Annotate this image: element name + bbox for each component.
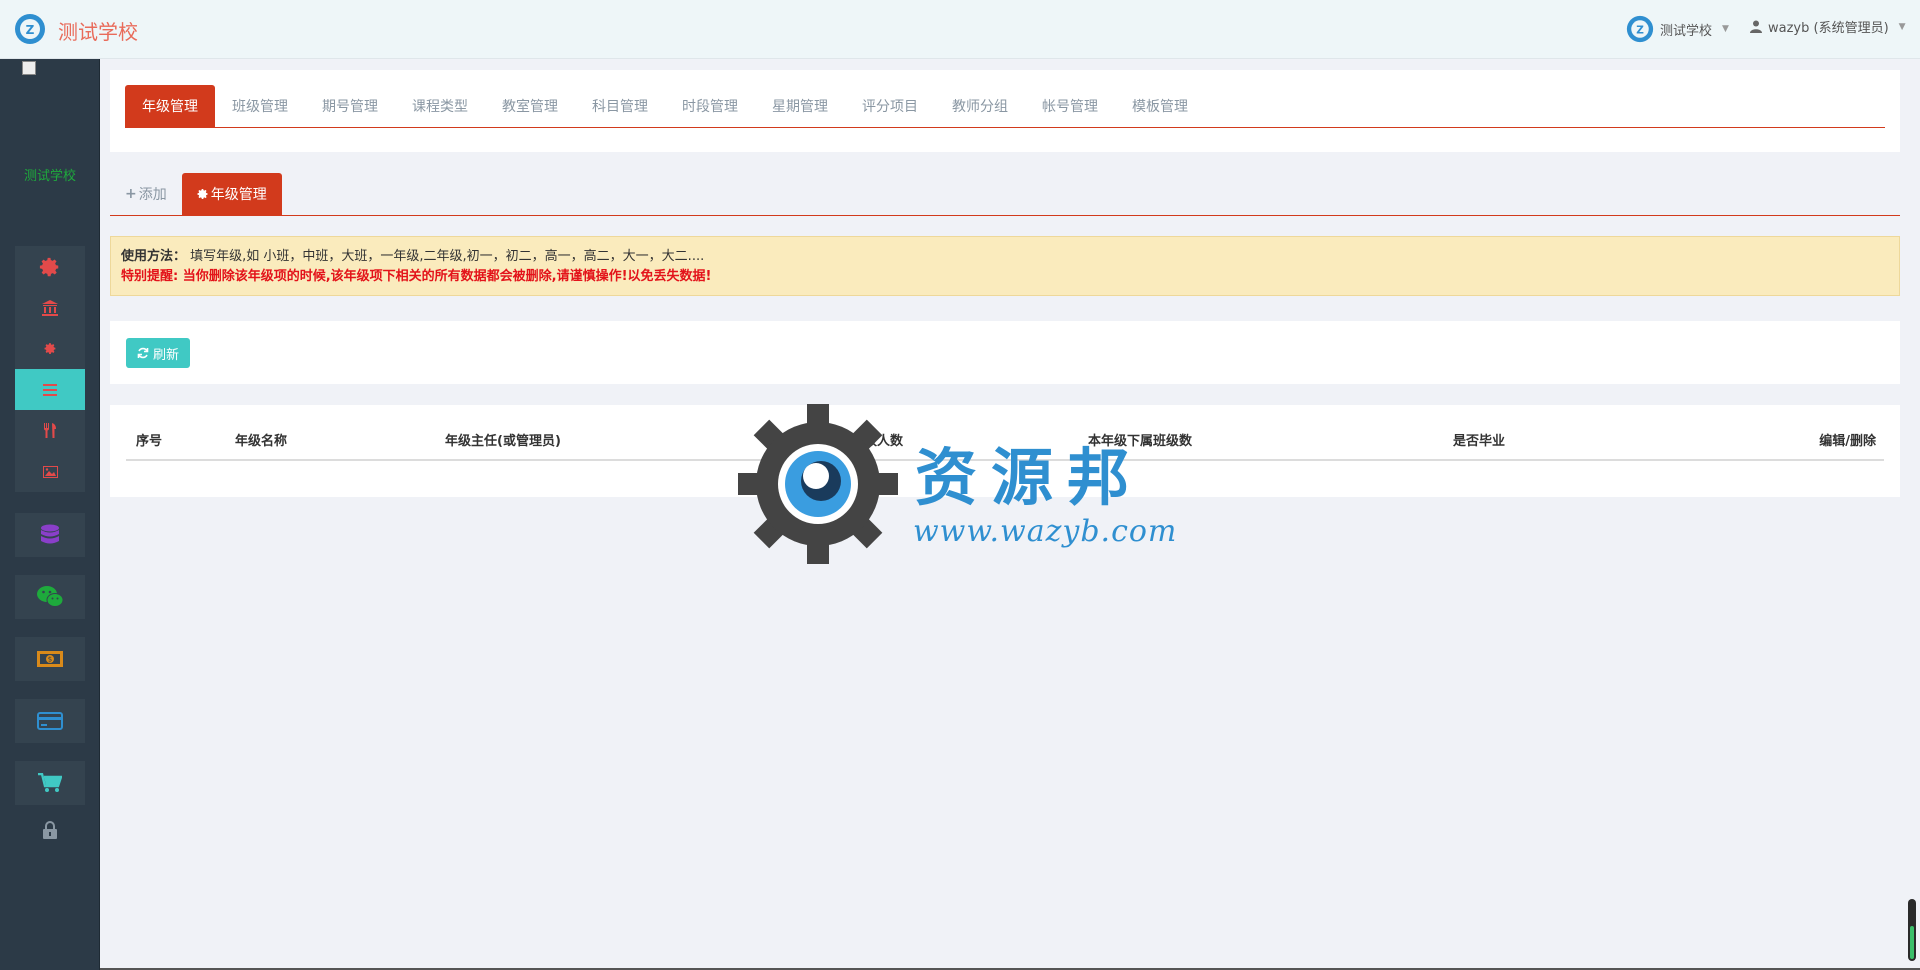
- brand-title[interactable]: 测试学校: [58, 16, 138, 45]
- sidebar-item-config[interactable]: [15, 328, 85, 369]
- tab-module-8[interactable]: 评分项目: [845, 85, 935, 127]
- sidebar: 测试学校 $: [0, 59, 100, 970]
- gear-icon: [39, 257, 59, 276]
- database-icon: [41, 524, 59, 544]
- tab-grade-manage[interactable]: 年级管理: [181, 173, 282, 215]
- col-grade-name[interactable]: 年级名称: [235, 430, 287, 449]
- sidebar-school-name: 测试学校: [23, 169, 76, 184]
- school-switcher[interactable]: Z 测试学校 ▼: [1626, 14, 1729, 44]
- module-tabs: 年级管理 班级管理 期号管理 课程类型 教室管理 科目管理 时段管理 星期管理 评分项目 教师分组…: [125, 85, 1885, 128]
- sidebar-menu-group: [15, 246, 85, 492]
- sidebar-item-settings[interactable]: [15, 246, 85, 287]
- school-switcher-label: 测试学校: [1660, 23, 1713, 39]
- watermark-url: www.wazyb.com: [913, 514, 1178, 549]
- tab-module-2[interactable]: 期号管理: [305, 85, 395, 127]
- sidebar-item-lock[interactable]: [15, 808, 85, 852]
- tab-module-4[interactable]: 教室管理: [485, 85, 575, 127]
- broken-image-icon: [22, 61, 36, 75]
- usage-text: 填写年级,如 小班，中班，大班，一年级,二年级,初一，初二，高一，高二，大一，大…: [190, 249, 705, 264]
- user-name: wazyb (系统管理员): [1768, 21, 1889, 36]
- tab-module-3[interactable]: 课程类型: [395, 85, 485, 127]
- plus-icon: +: [125, 186, 137, 202]
- caret-down-icon: ▼: [1722, 24, 1729, 34]
- svg-text:Z: Z: [26, 23, 35, 37]
- tab-module-10[interactable]: 帐号管理: [1025, 85, 1115, 127]
- watermark-gear-logo-icon: [738, 404, 898, 564]
- svg-text:$: $: [48, 656, 52, 664]
- tab-module-7[interactable]: 星期管理: [755, 85, 845, 127]
- toolbar-panel: [110, 321, 1900, 384]
- sidebar-item-payment[interactable]: [15, 699, 85, 743]
- tab-module-1[interactable]: 班级管理: [215, 85, 305, 127]
- school-logo-icon: Z: [15, 14, 45, 44]
- user-menu[interactable]: wazyb (系统管理员) ▼: [1750, 17, 1906, 36]
- col-index[interactable]: 序号: [136, 430, 162, 449]
- sidebar-item-finance[interactable]: $: [15, 637, 85, 681]
- gear-icon: [197, 189, 208, 200]
- caret-down-icon: ▼: [1898, 21, 1906, 32]
- tab-module-0[interactable]: 年级管理: [125, 85, 215, 127]
- list-icon: [43, 383, 57, 396]
- wechat-icon: [37, 586, 64, 607]
- user-icon: [1750, 20, 1762, 33]
- watermark-title: 资源邦: [915, 441, 1144, 514]
- tab-add-label: 添加: [138, 187, 167, 203]
- col-grade-director[interactable]: 年级主任(或管理员): [445, 430, 561, 449]
- money-icon: $: [37, 651, 63, 667]
- credit-card-icon: [37, 712, 63, 730]
- sidebar-item-database[interactable]: [15, 513, 85, 557]
- bank-icon: [42, 299, 58, 316]
- refresh-icon: [137, 347, 149, 359]
- usage-notice: 使用方法： 填写年级,如 小班，中班，大班，一年级,二年级,初一，初二，高一，高…: [110, 236, 1900, 296]
- sub-tabs: + 添加 年级管理: [110, 173, 1900, 216]
- sidebar-item-list[interactable]: [15, 369, 85, 410]
- refresh-label: 刷新: [153, 347, 180, 363]
- small-gear-icon: [44, 343, 55, 354]
- svg-text:Z: Z: [1636, 24, 1644, 36]
- col-graduated[interactable]: 是否毕业: [1453, 430, 1505, 449]
- sidebar-item-wechat[interactable]: [15, 575, 85, 619]
- cutlery-icon: [44, 423, 56, 438]
- tab-grade-manage-label: 年级管理: [210, 187, 267, 203]
- tab-module-9[interactable]: 教师分组: [935, 85, 1025, 127]
- lock-icon: [43, 821, 57, 839]
- tab-module-5[interactable]: 科目管理: [575, 85, 665, 127]
- sidebar-item-canteen[interactable]: [15, 410, 85, 451]
- image-icon: [42, 465, 58, 478]
- usage-label: 使用方法：: [121, 249, 187, 264]
- scrollbar-thumb[interactable]: [1910, 926, 1914, 959]
- warning-text: 特别提醒: 当你删除该年级项的时候,该年级项下相关的所有数据都会被删除,请谨慎操…: [121, 269, 712, 284]
- col-actions[interactable]: 编辑/删除: [1819, 430, 1876, 449]
- school-logo-icon: Z: [1626, 15, 1654, 43]
- cart-icon: [38, 773, 62, 792]
- tab-module-6[interactable]: 时段管理: [665, 85, 755, 127]
- refresh-button[interactable]: 刷新: [126, 338, 191, 368]
- usage-line: 使用方法： 填写年级,如 小班，中班，大班，一年级,二年级,初一，初二，高一，高…: [121, 247, 1889, 267]
- sidebar-item-gallery[interactable]: [15, 451, 85, 492]
- watermark: 资源邦 www.wazyb.com: [735, 402, 1195, 567]
- sidebar-item-shop[interactable]: [15, 761, 85, 805]
- tab-add[interactable]: + 添加: [110, 173, 182, 215]
- top-bar: Z 测试学校 Z 测试学校 ▼ wazyb (系统管理员) ▼: [0, 0, 1920, 59]
- sidebar-item-school[interactable]: [15, 287, 85, 328]
- tab-module-11[interactable]: 模板管理: [1115, 85, 1205, 127]
